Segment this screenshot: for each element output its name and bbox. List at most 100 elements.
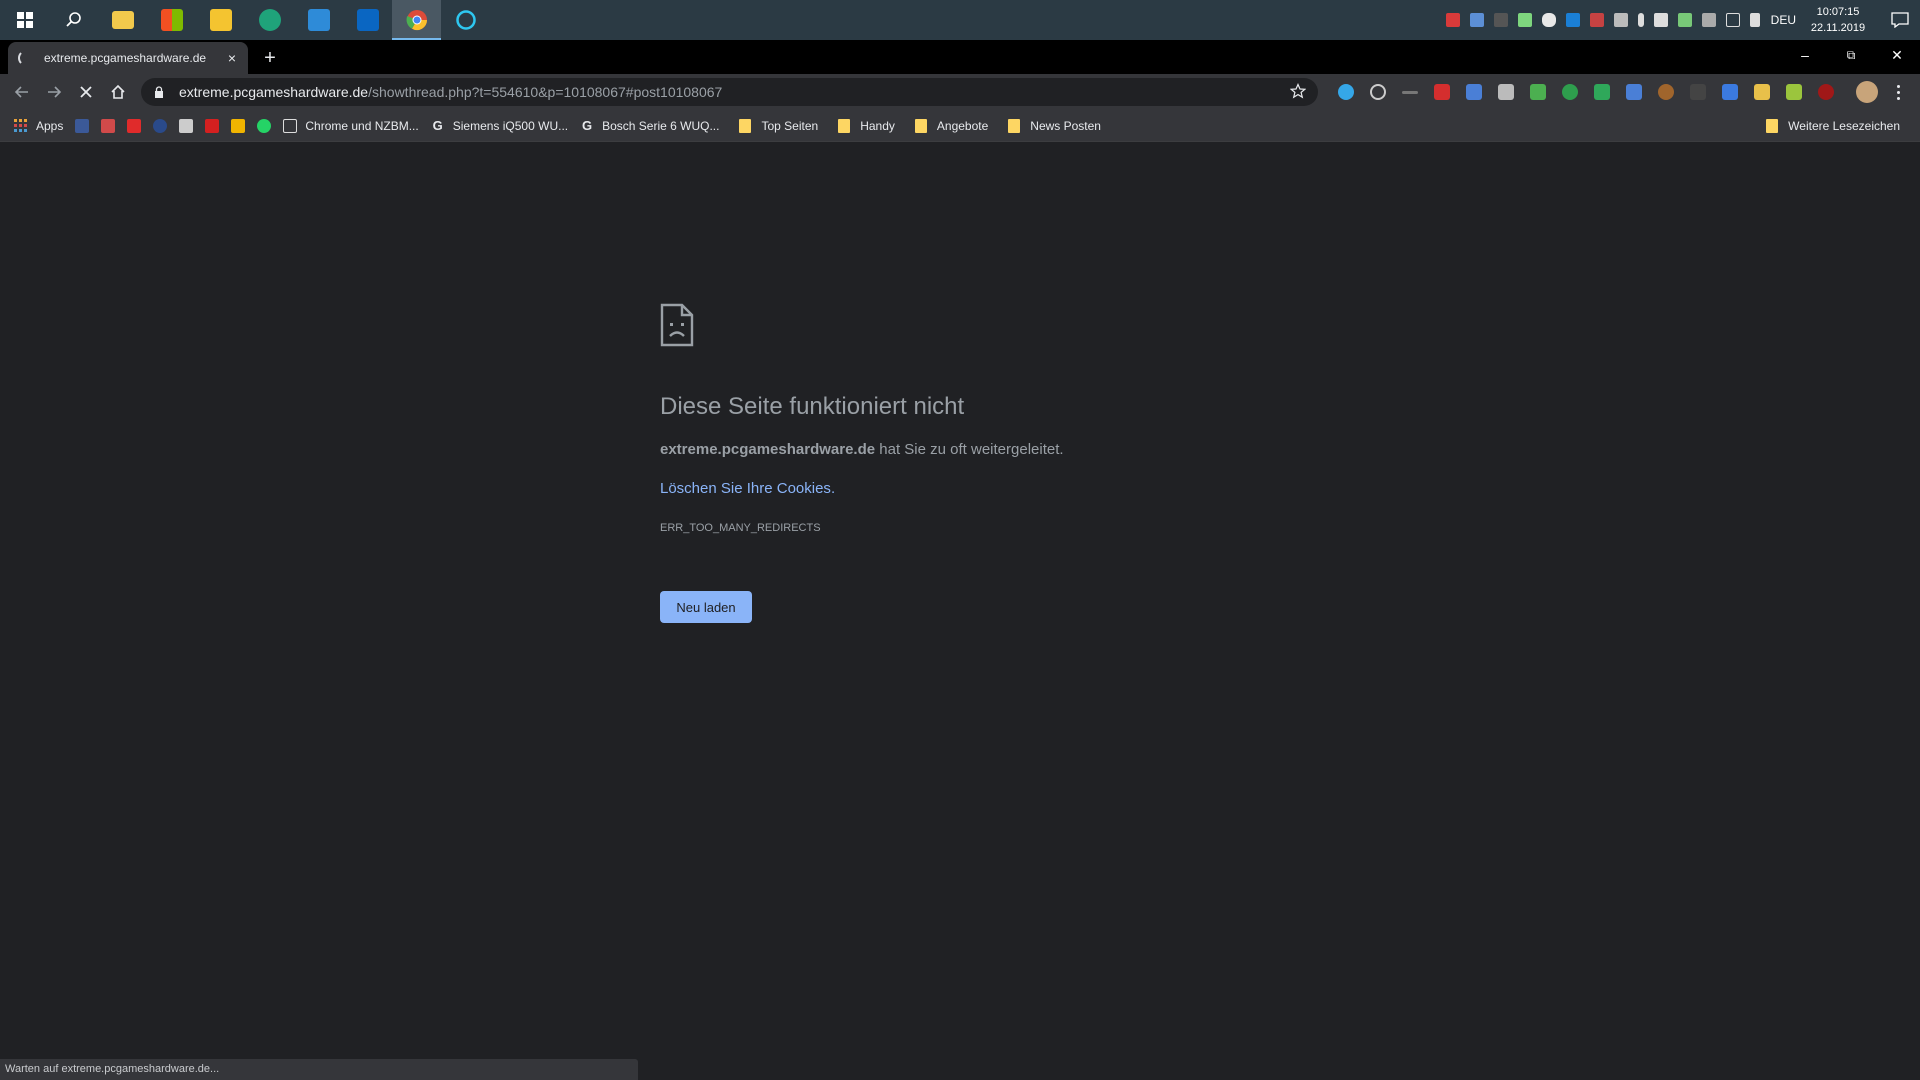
notification-icon [1891, 12, 1909, 28]
bookmark-favicon-icon [101, 118, 116, 133]
finder-icon [307, 9, 330, 31]
bookmark-folder-label: News Posten [1030, 118, 1101, 133]
forward-button[interactable] [38, 76, 70, 108]
microphone-icon[interactable] [1637, 13, 1644, 27]
tray-app-icon[interactable] [1701, 13, 1716, 27]
browser-tab[interactable]: extreme.pcgameshardware.de × [8, 42, 248, 74]
bookmark-icon-only[interactable] [95, 114, 121, 138]
extension-icon[interactable] [1338, 84, 1354, 100]
close-window-button[interactable]: ✕ [1874, 40, 1920, 70]
taskbar-sabnzbd[interactable] [196, 0, 245, 40]
status-bubble: Warten auf extreme.pcgameshardware.de... [0, 1059, 638, 1080]
extension-icon[interactable] [1402, 90, 1418, 94]
loading-spinner-icon [18, 50, 34, 66]
tray-app-icon[interactable] [1517, 13, 1532, 27]
clock[interactable]: 10:07:15 22.11.2019 [1806, 4, 1870, 36]
tray-app-icon[interactable] [1445, 13, 1460, 27]
bookmark-label: Siemens iQ500 WU... [452, 118, 569, 133]
back-button[interactable] [6, 76, 38, 108]
star-icon[interactable] [1290, 83, 1306, 99]
tray-gear-icon[interactable] [1493, 13, 1508, 27]
bookmark-folder[interactable]: Handy [832, 114, 901, 138]
taskbar-finder[interactable] [294, 0, 343, 40]
sabnzbd-icon [209, 9, 232, 31]
extension-icon[interactable] [1722, 84, 1738, 100]
error-host: extreme.pcgameshardware.de [660, 441, 876, 458]
language-indicator[interactable]: DEU [1771, 13, 1796, 27]
error-code: ERR_TOO_MANY_REDIRECTS [660, 522, 821, 534]
windows-start-button[interactable] [0, 0, 49, 40]
tray-app-icon[interactable] [1613, 13, 1628, 27]
extension-icon[interactable] [1754, 84, 1770, 100]
cloud-icon[interactable] [1541, 13, 1556, 27]
taskbar-chrome[interactable] [392, 0, 441, 40]
extension-icon[interactable] [1690, 84, 1706, 100]
bookmark-icon-only[interactable] [225, 114, 251, 138]
extension-icon[interactable] [1658, 84, 1674, 100]
bookmark-whatsapp[interactable] [251, 114, 277, 138]
extension-icon[interactable] [1434, 84, 1450, 100]
network-icon[interactable] [1725, 13, 1740, 27]
taskbar-search-button[interactable] [49, 0, 98, 40]
apps-grid-icon [14, 118, 27, 132]
extension-icon[interactable] [1466, 84, 1482, 100]
error-description-text: hat Sie zu oft weitergeleitet. [879, 441, 1064, 458]
bookmark-folder[interactable]: Angebote [909, 114, 994, 138]
bookmark-folder-label: Top Seiten [761, 118, 819, 133]
clock-date: 22.11.2019 [1810, 22, 1866, 34]
other-bookmarks[interactable]: Weitere Lesezeichen [1760, 114, 1906, 138]
stop-button[interactable] [70, 76, 102, 108]
taskbar-file-explorer[interactable] [98, 0, 147, 40]
bookmark-apps[interactable]: Apps [8, 114, 69, 138]
bookmark-icon-only[interactable] [147, 114, 173, 138]
taskbar-store[interactable] [147, 0, 196, 40]
restore-button[interactable]: ⧉ [1828, 40, 1874, 70]
taskbar-cortana[interactable] [441, 0, 490, 40]
bookmark-icon-only[interactable] [173, 114, 199, 138]
bookmark-folder[interactable]: News Posten [1002, 114, 1107, 138]
extension-icon[interactable] [1594, 84, 1610, 100]
store-icon [160, 9, 183, 31]
volume-icon[interactable] [1749, 13, 1760, 27]
bookmark-favicon-icon [179, 118, 194, 133]
extension-icon[interactable] [1370, 84, 1386, 100]
profile-avatar[interactable] [1856, 81, 1878, 103]
url-text: extreme.pcgameshardware.de/showthread.ph… [179, 84, 722, 100]
close-icon [80, 86, 92, 98]
new-tab-button[interactable]: + [258, 47, 282, 69]
tab-close-button[interactable]: × [222, 50, 242, 66]
clear-cookies-link[interactable]: Löschen Sie Ihre Cookies [660, 480, 831, 497]
bookmark-item[interactable]: Chrome und NZBM... [277, 114, 424, 138]
chrome-menu-button[interactable] [1893, 81, 1903, 103]
tray-save-icon[interactable] [1469, 13, 1484, 27]
bookmark-label: Apps [36, 118, 64, 133]
ublock-icon[interactable] [1818, 84, 1834, 100]
bookmark-icon-only[interactable] [199, 114, 225, 138]
taskbar-outlook[interactable] [343, 0, 392, 40]
bookmark-icon-only[interactable] [121, 114, 147, 138]
system-tray: DEU 10:07:15 22.11.2019 [1441, 0, 1920, 40]
extension-icon[interactable] [1498, 84, 1514, 100]
extensions-area [1330, 74, 1842, 110]
home-button[interactable] [102, 76, 134, 108]
windows-taskbar: DEU 10:07:15 22.11.2019 [0, 0, 1920, 40]
bookmark-facebook[interactable] [69, 114, 95, 138]
taskbar-edge-dev[interactable] [245, 0, 294, 40]
minimize-button[interactable]: – [1782, 40, 1828, 70]
sad-page-icon [660, 303, 694, 347]
bookmark-item[interactable]: G Siemens iQ500 WU... [425, 114, 574, 138]
extension-icon[interactable] [1530, 84, 1546, 100]
reload-button[interactable]: Neu laden [660, 591, 752, 623]
tray-app-icon[interactable] [1589, 13, 1604, 27]
tray-app-icon[interactable] [1677, 13, 1692, 27]
bookmark-item[interactable]: G Bosch Serie 6 WUQ... [574, 114, 725, 138]
extension-icon[interactable] [1786, 84, 1802, 100]
outlook-tray-icon[interactable] [1565, 13, 1580, 27]
shield-icon[interactable] [1653, 13, 1668, 27]
address-bar[interactable]: extreme.pcgameshardware.de/showthread.ph… [141, 78, 1318, 106]
extension-icon[interactable] [1562, 84, 1578, 100]
action-center-button[interactable] [1880, 0, 1920, 40]
extension-icon[interactable] [1626, 84, 1642, 100]
google-icon: G [582, 117, 593, 133]
bookmark-folder[interactable]: Top Seiten [733, 114, 824, 138]
